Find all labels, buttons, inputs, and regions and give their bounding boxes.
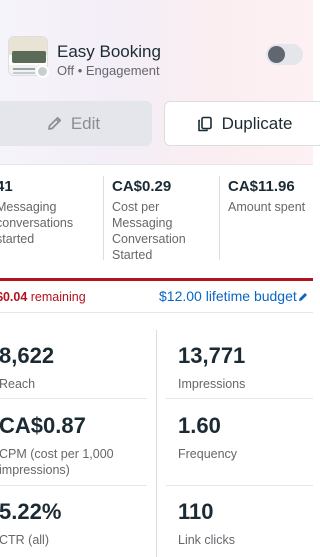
row-divider xyxy=(166,398,313,399)
summary-item: CA$0.29 Cost per Messaging Conversation … xyxy=(112,178,186,263)
metric-label-line: Link clicks xyxy=(178,533,235,547)
row-divider xyxy=(0,398,147,399)
metric-label: Reach xyxy=(0,376,54,392)
metrics-column-divider xyxy=(156,330,157,557)
ad-header: Easy Booking Off • Engagement Edit Dupli… xyxy=(0,0,320,165)
metric-label-line: CTR (all) xyxy=(0,533,49,547)
summary-label: Cost per Messaging Conversation Started xyxy=(112,199,186,263)
pencil-icon xyxy=(297,288,308,304)
summary-label-line: Amount spent xyxy=(228,200,306,214)
summary-item: CA$11.96 Amount spent xyxy=(228,178,305,215)
summary-value: CA$11.96 xyxy=(228,178,295,195)
metric-label-line: Reach xyxy=(0,377,36,391)
remaining-amount: $0.04 xyxy=(0,290,28,304)
summary-label-line: started xyxy=(0,232,35,246)
copy-icon xyxy=(196,115,214,133)
ad-title: Easy Booking xyxy=(57,42,161,61)
summary-divider xyxy=(103,176,104,260)
summary-item: 41 Messaging conversations started xyxy=(0,178,73,247)
metric-label: Frequency xyxy=(178,446,237,462)
remaining-suffix: remaining xyxy=(27,290,86,304)
lifetime-budget-text: $12.00 lifetime budget xyxy=(159,288,297,304)
summary-label: Amount spent xyxy=(228,199,305,215)
summary-label-line: Cost per xyxy=(112,200,160,214)
metric-value: CA$0.87 xyxy=(0,413,86,438)
ad-status-toggle[interactable] xyxy=(266,44,303,65)
pencil-icon xyxy=(46,115,63,132)
metric-label-line: Frequency xyxy=(178,447,238,461)
metric-label-line: impressions) xyxy=(0,463,70,477)
metric-label: CPM (cost per 1,000 impressions) xyxy=(0,446,114,478)
metric-impressions: 13,771 Impressions xyxy=(178,343,245,392)
metric-link-clicks: 110 Link clicks xyxy=(178,499,235,548)
metric-reach: 8,622 Reach xyxy=(0,343,54,392)
budget-remaining: $0.04 remaining xyxy=(0,290,86,304)
status-dot-icon xyxy=(36,65,49,78)
metric-label: Impressions xyxy=(178,376,245,392)
row-divider xyxy=(0,485,147,486)
lifetime-budget-link[interactable]: $12.00 lifetime budget xyxy=(159,288,308,304)
summary-label-line: conversations xyxy=(0,216,74,230)
summary-label-line: Messaging xyxy=(0,200,57,214)
metric-value: 110 xyxy=(178,499,214,524)
summary-label-line: Conversation xyxy=(112,232,186,246)
summary-divider xyxy=(219,176,220,260)
metric-cpm: CA$0.87 CPM (cost per 1,000 impressions) xyxy=(0,413,114,478)
metric-value: 8,622 xyxy=(0,343,55,368)
metric-value: 13,771 xyxy=(178,343,246,368)
row-divider xyxy=(166,485,313,486)
summary-metrics: 41 Messaging conversations started CA$0.… xyxy=(0,166,313,278)
metric-label: Link clicks xyxy=(178,532,235,548)
ad-subtitle: Off • Engagement xyxy=(57,63,160,78)
summary-label-line: Started xyxy=(112,248,153,262)
thumbnail-scene xyxy=(12,51,46,63)
thumbnail-text-lines xyxy=(13,68,35,70)
metric-value: 5.22% xyxy=(0,499,62,524)
summary-label: Messaging conversations started xyxy=(0,199,73,247)
toggle-knob xyxy=(268,46,285,63)
summary-label-line: Messaging xyxy=(112,216,173,230)
budget-progress-bar xyxy=(0,278,313,281)
metric-frequency: 1.60 Frequency xyxy=(178,413,237,462)
metric-value: 1.60 xyxy=(178,413,221,438)
section-divider xyxy=(0,312,313,313)
edit-button[interactable]: Edit xyxy=(0,101,152,146)
metric-label: CTR (all) xyxy=(0,532,61,548)
metric-ctr: 5.22% CTR (all) xyxy=(0,499,61,548)
summary-value: 41 xyxy=(0,178,13,195)
metric-label-line: Impressions xyxy=(178,377,246,391)
edit-label: Edit xyxy=(70,113,101,133)
duplicate-label: Duplicate xyxy=(221,113,293,133)
duplicate-button[interactable]: Duplicate xyxy=(164,101,320,146)
summary-value: CA$0.29 xyxy=(112,178,172,195)
metric-label-line: CPM (cost per 1,000 xyxy=(0,447,114,461)
